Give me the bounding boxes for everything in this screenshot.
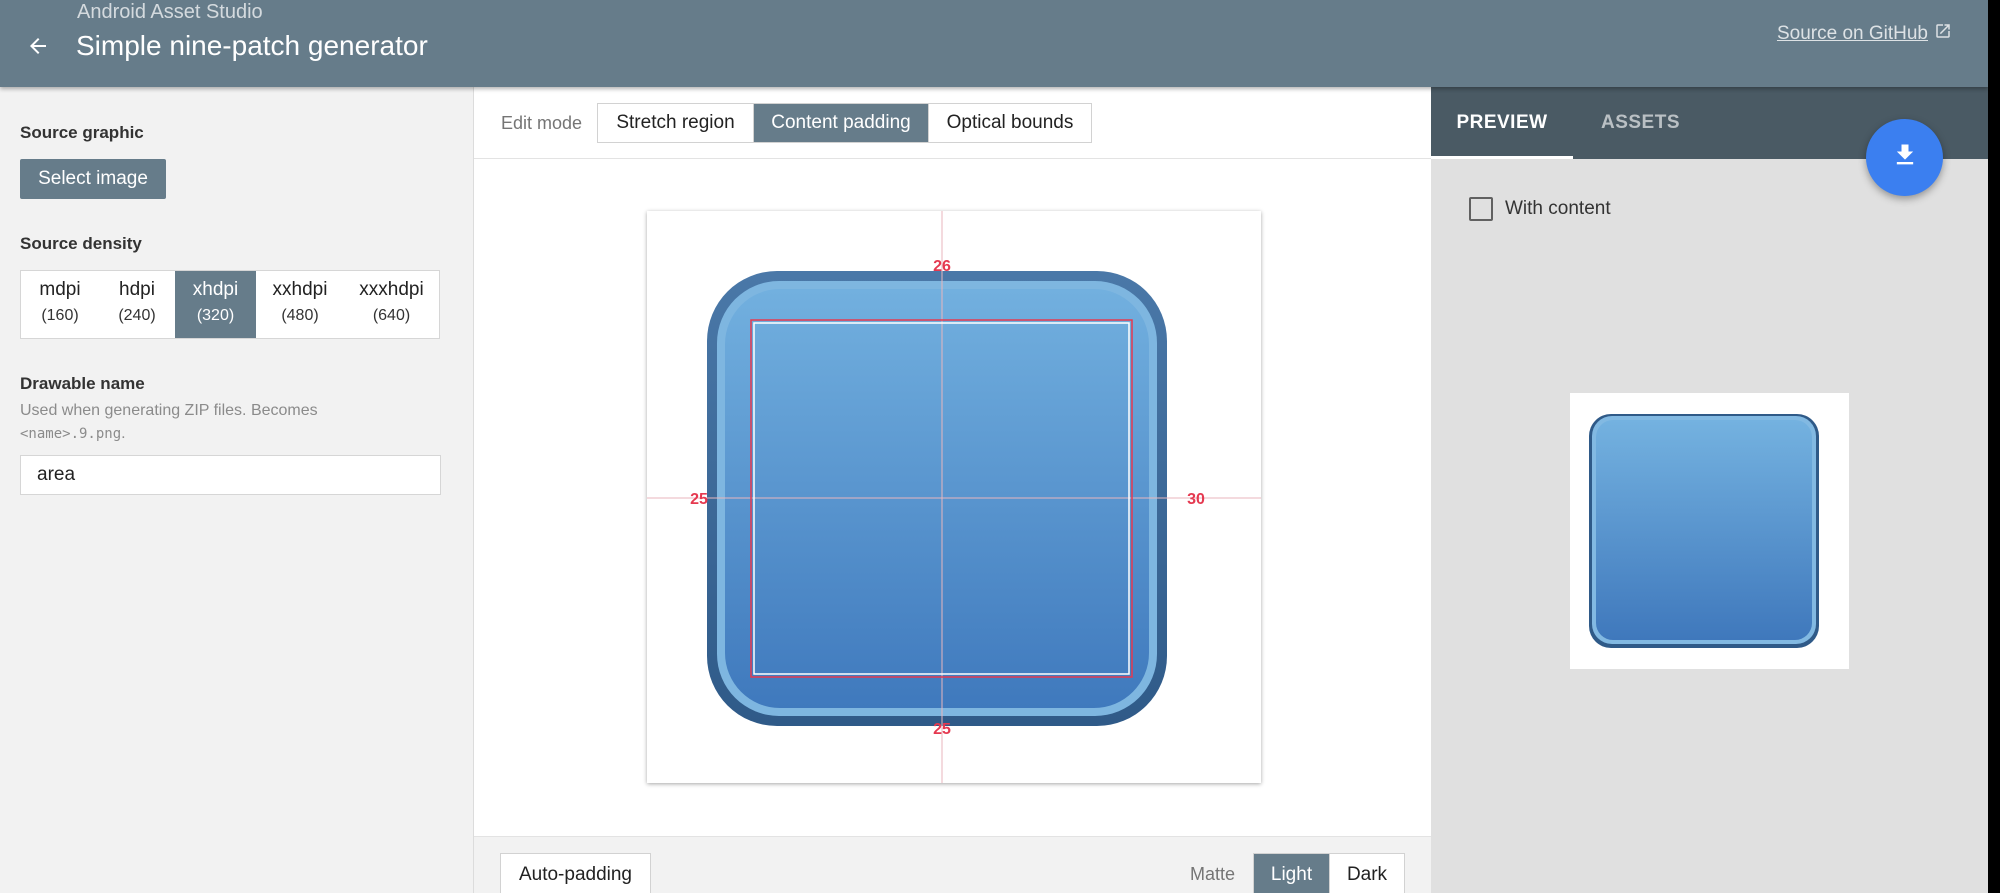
preview-card — [1570, 393, 1849, 669]
editor-toolbar: Edit mode Stretch region Content padding… — [474, 87, 1431, 159]
open-in-new-icon — [1934, 22, 1952, 46]
github-link[interactable]: Source on GitHub — [1777, 22, 1952, 46]
density-name: hdpi — [119, 279, 155, 300]
page-title: Simple nine-patch generator — [76, 30, 428, 61]
editor-panel: Edit mode Stretch region Content padding… — [474, 87, 1431, 893]
mode-optical-bounds[interactable]: Optical bounds — [929, 104, 1091, 142]
app-header: Android Asset Studio Simple nine-patch g… — [0, 0, 1988, 87]
density-option-mdpi[interactable]: mdpi (160) — [21, 271, 99, 338]
matte-selector: Light Dark — [1253, 853, 1405, 893]
hint-text: Used when generating ZIP files. Becomes — [20, 402, 318, 419]
density-dpi: (640) — [372, 307, 411, 324]
app: Android Asset Studio Simple nine-patch g… — [0, 0, 1988, 893]
with-content-toggle[interactable]: With content — [1469, 197, 1611, 221]
matte-dark[interactable]: Dark — [1330, 854, 1404, 893]
app-overline: Android Asset Studio — [77, 1, 263, 23]
mode-stretch-region[interactable]: Stretch region — [598, 104, 754, 142]
density-dpi: (240) — [118, 307, 156, 324]
matte-light[interactable]: Light — [1254, 854, 1330, 893]
density-option-xxxhdpi[interactable]: xxxhdpi (640) — [344, 271, 439, 338]
tab-preview[interactable]: PREVIEW — [1431, 87, 1573, 159]
editor-bottom-bar: Auto-padding Matte Light Dark — [474, 836, 1431, 893]
edit-mode-label: Edit mode — [501, 113, 583, 133]
density-name: xhdpi — [192, 279, 239, 300]
matte-label: Matte — [1190, 864, 1236, 884]
nine-patch-canvas[interactable]: 26 25 30 25 — [647, 211, 1261, 783]
drawable-name-input[interactable] — [20, 455, 441, 495]
density-option-hdpi[interactable]: hdpi (240) — [99, 271, 175, 338]
padding-bottom-value: 25 — [933, 721, 951, 738]
preview-panel: PREVIEW ASSETS With content — [1431, 87, 1988, 893]
edit-mode-selector: Stretch region Content padding Optical b… — [597, 103, 1092, 143]
padding-top-value: 26 — [933, 258, 951, 275]
density-option-xhdpi[interactable]: xhdpi (320) — [175, 271, 256, 338]
density-name: xxhdpi — [272, 279, 328, 300]
with-content-checkbox[interactable] — [1469, 197, 1493, 221]
hint-code: <name>.9.png — [20, 426, 122, 442]
density-dpi: (320) — [196, 307, 235, 324]
source-graphic-label: Source graphic — [20, 123, 144, 142]
density-selector: mdpi (160) hdpi (240) xhdpi (320) xxhdpi… — [20, 270, 440, 339]
editor-canvas-area: 26 25 30 25 — [474, 159, 1431, 836]
density-name: xxxhdpi — [359, 279, 424, 300]
preview-image — [1589, 414, 1819, 648]
with-content-label: With content — [1505, 198, 1611, 219]
density-option-xxhdpi[interactable]: xxhdpi (480) — [256, 271, 344, 338]
hint-suffix: . — [121, 425, 126, 442]
download-icon — [1891, 141, 1919, 174]
arrow-left-icon — [26, 34, 50, 63]
density-dpi: (480) — [281, 307, 319, 324]
density-dpi: (160) — [41, 307, 79, 324]
density-name: mdpi — [39, 279, 81, 300]
padding-right-value: 30 — [1187, 491, 1205, 508]
tab-indicator — [1431, 156, 1573, 159]
drawable-name-hint: Used when generating ZIP files. Becomes … — [20, 399, 440, 446]
select-image-button[interactable]: Select image — [20, 159, 166, 199]
settings-panel: Source graphic Select image Source densi… — [0, 87, 474, 893]
auto-padding-button[interactable]: Auto-padding — [500, 853, 651, 893]
github-link-label: Source on GitHub — [1776, 23, 1928, 44]
drawable-name-label: Drawable name — [20, 374, 145, 393]
tab-assets[interactable]: ASSETS — [1573, 87, 1708, 159]
back-button[interactable] — [18, 30, 58, 66]
nine-patch-artwork: 26 25 30 25 — [647, 211, 1261, 783]
source-density-label: Source density — [20, 234, 142, 253]
padding-left-value: 25 — [690, 491, 708, 508]
download-button[interactable] — [1866, 119, 1943, 196]
mode-content-padding[interactable]: Content padding — [754, 104, 929, 142]
